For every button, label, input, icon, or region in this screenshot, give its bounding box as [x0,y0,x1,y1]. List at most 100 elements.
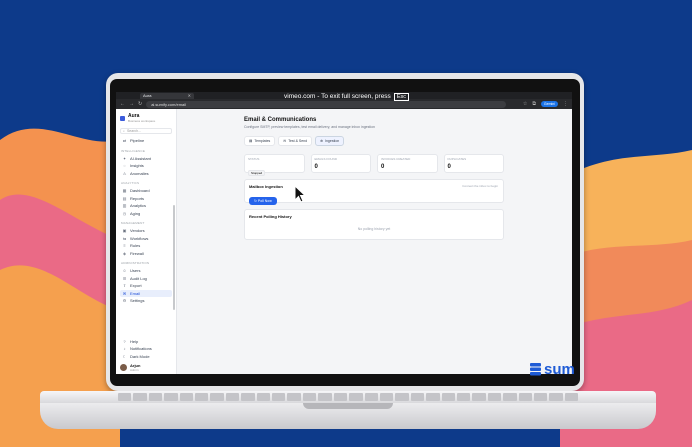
tab-test-send[interactable]: ✉ Test & Send [278,136,313,146]
key [287,393,301,401]
sidebar-item-rules[interactable]: ≡ Rules [120,242,172,250]
browser-tab[interactable]: Aura ✕ [140,92,194,99]
sidebar-item-notifications[interactable]: ♪ Notifications [120,345,173,353]
gemini-button[interactable]: Gemini [540,101,558,107]
stat-card: INVOICES CREATED 0 [377,154,438,173]
send-icon: ✉ [283,139,287,143]
sidebar-item-analytics[interactable]: ▥ Analytics [120,202,172,210]
key [441,393,455,401]
key [549,393,563,401]
gear-icon: ⚙ [122,298,127,304]
search-input[interactable]: ⌕ Search... [120,128,172,134]
key [426,393,440,401]
users-icon: ☺ [122,268,127,274]
page-title: Email & Communications [244,117,317,123]
sidebar-item-insights[interactable]: ◌ Insights [120,162,172,170]
sidebar-item-label: Analytics [130,203,147,209]
user-profile[interactable]: Arjun Admin [120,363,173,372]
sidebar-item-workflows[interactable]: ⇆ Workflows [120,235,172,243]
tab-label: Ingestion [325,139,340,143]
key [210,393,224,401]
laptop-screen: Aura ✕ vimeo.com - To exit full screen, … [116,92,572,374]
inbox-icon: ⊕ [320,139,324,143]
sidebar: Aura Business workspace ⌕ Search... ⇄ Pip… [116,109,177,374]
sidebar-item-label: Insights [130,163,144,169]
brand-subtitle: Business workspace [128,119,156,123]
star-icon[interactable]: ☆ [523,101,527,107]
sidebar-item-reports[interactable]: ▤ Reports [120,195,172,203]
key [148,393,163,401]
logo-icon [120,115,125,121]
sidebar-item-email[interactable]: ✉ Email [120,289,172,297]
menu-icon[interactable]: ⋮ [563,101,568,107]
sidebar-item-vendors[interactable]: ▣ Vendors [120,227,172,235]
chart-icon: ▥ [122,203,127,209]
sidebar-scrollbar[interactable] [173,205,175,310]
sidebar-item-aging[interactable]: ◷ Aging [120,210,172,218]
rules-icon: ≡ [123,243,126,249]
main-content: Email & Communications Configure SMTP, p… [177,109,572,374]
report-icon: ▤ [122,195,127,201]
sidebar-item-label: Anomalies [130,170,149,176]
mail-icon: ✉ [122,290,127,296]
browser-actions: ☆ ⧉ Gemini ⋮ [523,101,568,107]
card-status-text: Connect the inbox to begin [462,184,498,188]
url-input[interactable]: ai.sumify.com/email [146,100,507,108]
key [164,393,178,401]
tab-templates[interactable]: ▤ Templates [244,136,276,146]
sidebar-item-settings[interactable]: ⚙ Settings [120,297,172,305]
stat-value: 0 [381,164,385,170]
tabs: ▤ Templates ✉ Test & Send ⊕ Ingestion [244,136,560,146]
empty-state: No polling history yet [357,227,391,231]
card-title: Recent Polling History [249,214,292,219]
key [472,393,486,401]
stack-logo-icon [530,363,541,376]
stats-row: STATUS Stopped EMAILS FOUND 0 INVOICES C… [244,154,504,176]
mailbox-ingestion-card: Mailbox Ingestion Connect the inbox to b… [244,179,504,205]
sidebar-item-label: Vendors [130,228,145,234]
key [195,393,209,401]
sidebar-item-ai-assistant[interactable]: ✦ AI Assistant [120,155,172,163]
video-frame: Aura ✕ vimeo.com - To exit full screen, … [0,0,692,447]
key [349,393,363,401]
sidebar-nav: ⇄ Pipeline INTELLIGENCE ✦ AI Assistant ◌ Insig… [120,137,172,305]
fullscreen-key: Esc [393,92,409,101]
sidebar-item-anomalies[interactable]: ⚠ Anomalies [120,170,172,178]
sidebar-item-dark-mode[interactable]: ☾ Dark Mode [120,353,173,361]
tab-ingestion[interactable]: ⊕ Ingestion [315,136,345,146]
reload-icon[interactable]: ↻ [138,101,142,107]
poll-now-button[interactable]: ↻ Poll Now [249,197,277,205]
sidebar-item-pipeline[interactable]: ⇄ Pipeline [120,137,172,145]
tab-label: Templates [254,139,271,143]
key [133,393,147,401]
avatar [120,364,127,371]
brand: Aura Business workspace [120,113,172,123]
building-icon: ▣ [122,228,127,234]
sidebar-item-dashboard[interactable]: ▦ Dashboard [120,187,172,195]
back-icon[interactable]: ← [120,101,125,107]
forward-icon[interactable]: → [129,101,134,107]
key [564,393,579,401]
sidebar-item-export[interactable]: ⇪ Export [120,282,172,290]
polling-history-card: Recent Polling History No polling histor… [244,209,504,240]
key [318,393,332,401]
alert-icon: ⚠ [122,170,127,176]
stat-label: DUPLICATES [447,157,467,161]
help-icon: ? [123,338,126,344]
dashboard-icon: ▦ [122,188,127,194]
keyboard [118,393,579,401]
sidebar-item-audit-log[interactable]: ☰ Audit Log [120,275,172,283]
sidebar-item-label: Aging [130,210,141,216]
sidebar-item-firewall[interactable]: ◈ Firewall [120,250,172,258]
key [533,393,548,401]
close-icon[interactable]: ✕ [188,93,191,98]
key [272,393,286,401]
extensions-icon[interactable]: ⧉ [532,101,536,107]
stat-value: 0 [314,164,318,170]
workflow-icon: ⇆ [122,235,127,241]
key [333,393,348,401]
app: Aura Business workspace ⌕ Search... ⇄ Pip… [116,109,572,374]
sidebar-item-users[interactable]: ☺ Users [120,267,172,275]
sidebar-item-help[interactable]: ? Help [120,338,173,346]
log-icon: ☰ [122,275,127,281]
